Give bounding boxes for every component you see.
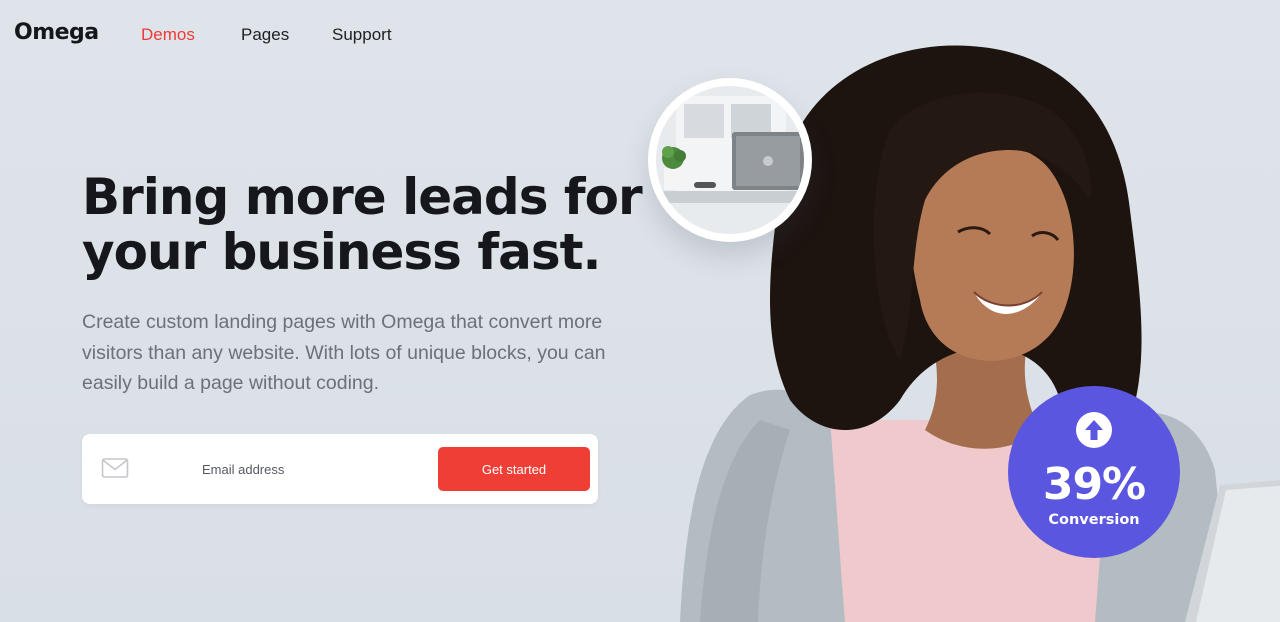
headline-line-1: Bring more leads for [82,168,643,226]
hero-description: Create custom landing pages with Omega t… [82,311,606,394]
workspace-thumbnail [648,78,812,242]
email-input[interactable] [202,456,422,482]
conversion-label: Conversion [1048,512,1140,528]
workspace-image [656,86,804,234]
brand-logo[interactable]: Omega [14,20,99,45]
signup-form: Get started [82,434,598,504]
headline-line-2: your business fast. [82,223,601,281]
nav-link-pages[interactable]: Pages [241,25,289,45]
get-started-button[interactable]: Get started [438,447,590,491]
mail-icon [101,457,129,479]
nav-link-demos[interactable]: Demos [141,25,195,45]
arrow-up-icon [1076,412,1112,448]
hero-headline: Bring more leads for your business fast. [82,168,643,281]
nav-link-support[interactable]: Support [332,25,392,45]
conversion-value: 39% [1042,459,1146,510]
desk-laptop-illustration [656,86,804,234]
conversion-badge: 39% Conversion [1008,386,1180,558]
